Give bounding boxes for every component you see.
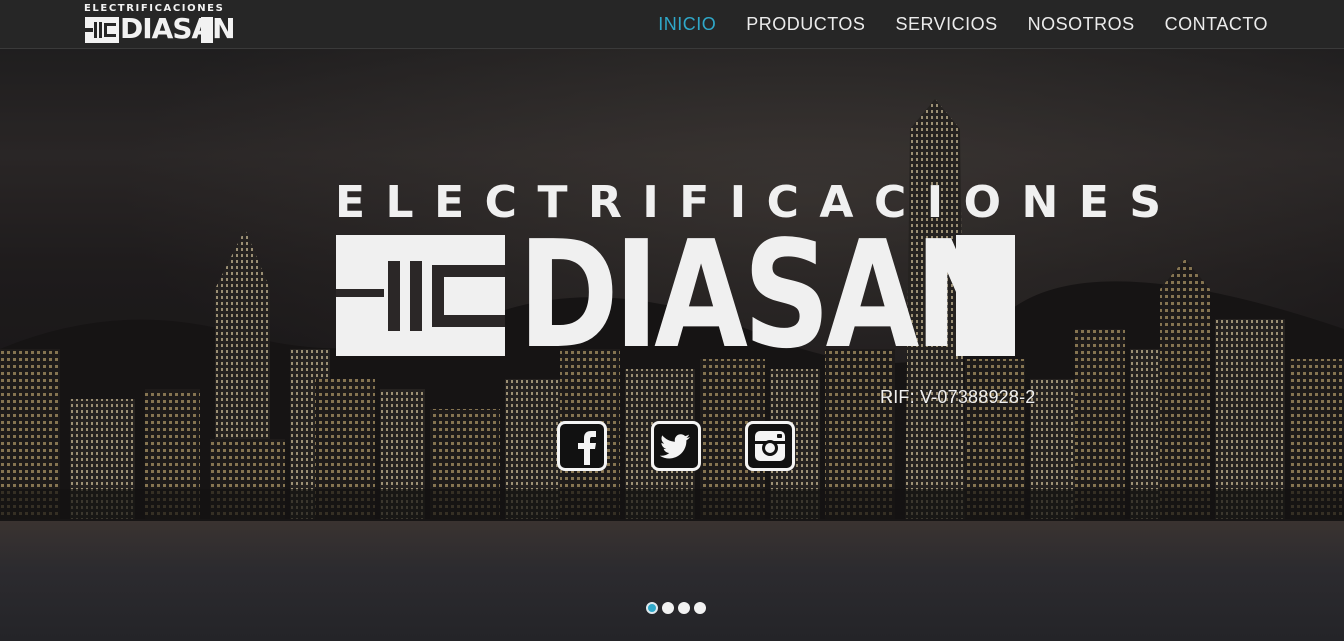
slider-dot-3[interactable] xyxy=(678,602,690,614)
nav-item-servicios[interactable]: SERVICIOS xyxy=(895,14,997,35)
slider-dot-1[interactable] xyxy=(646,602,658,614)
hero-logo-name: DIASAN xyxy=(518,209,1016,381)
brand-end-block xyxy=(201,17,213,43)
nav-item-productos[interactable]: PRODUCTOS xyxy=(746,14,865,35)
slider-dot-4[interactable] xyxy=(694,602,706,614)
brand-name: DIASAN xyxy=(120,12,236,45)
nav-item-contacto[interactable]: CONTACTO xyxy=(1165,14,1268,35)
harbor-water xyxy=(0,521,1344,641)
twitter-icon xyxy=(651,421,701,471)
instagram-icon xyxy=(745,421,795,471)
top-navbar: ELECTRIFICACIONES DIASAN INICIO PRODUCTO… xyxy=(0,0,1344,49)
hero-slider: ELECTRIFICACIONES DIASAN RIF: V-07388928… xyxy=(0,49,1344,641)
slider-pagination xyxy=(646,602,706,614)
hero-logo-mark xyxy=(336,235,505,356)
brand-mark-icon xyxy=(85,22,116,38)
brand-logo[interactable]: ELECTRIFICACIONES DIASAN xyxy=(84,3,236,45)
twitter-link[interactable] xyxy=(651,421,701,471)
slider-dot-2[interactable] xyxy=(662,602,674,614)
instagram-link[interactable] xyxy=(745,421,795,471)
hero-logo-end-block xyxy=(956,235,1015,356)
nav-item-nosotros[interactable]: NOSOTROS xyxy=(1028,14,1135,35)
facebook-icon xyxy=(557,421,607,471)
hero-mark-icon xyxy=(336,261,505,331)
main-nav: INICIO PRODUCTOS SERVICIOS NOSOTROS CONT… xyxy=(658,0,1268,48)
rif-number: RIF: V-07388928-2 xyxy=(880,387,1036,407)
facebook-link[interactable] xyxy=(557,421,607,471)
hero-logo: ELECTRIFICACIONES DIASAN xyxy=(335,180,1161,371)
brand-mark xyxy=(85,17,119,43)
nav-item-inicio[interactable]: INICIO xyxy=(658,14,716,35)
